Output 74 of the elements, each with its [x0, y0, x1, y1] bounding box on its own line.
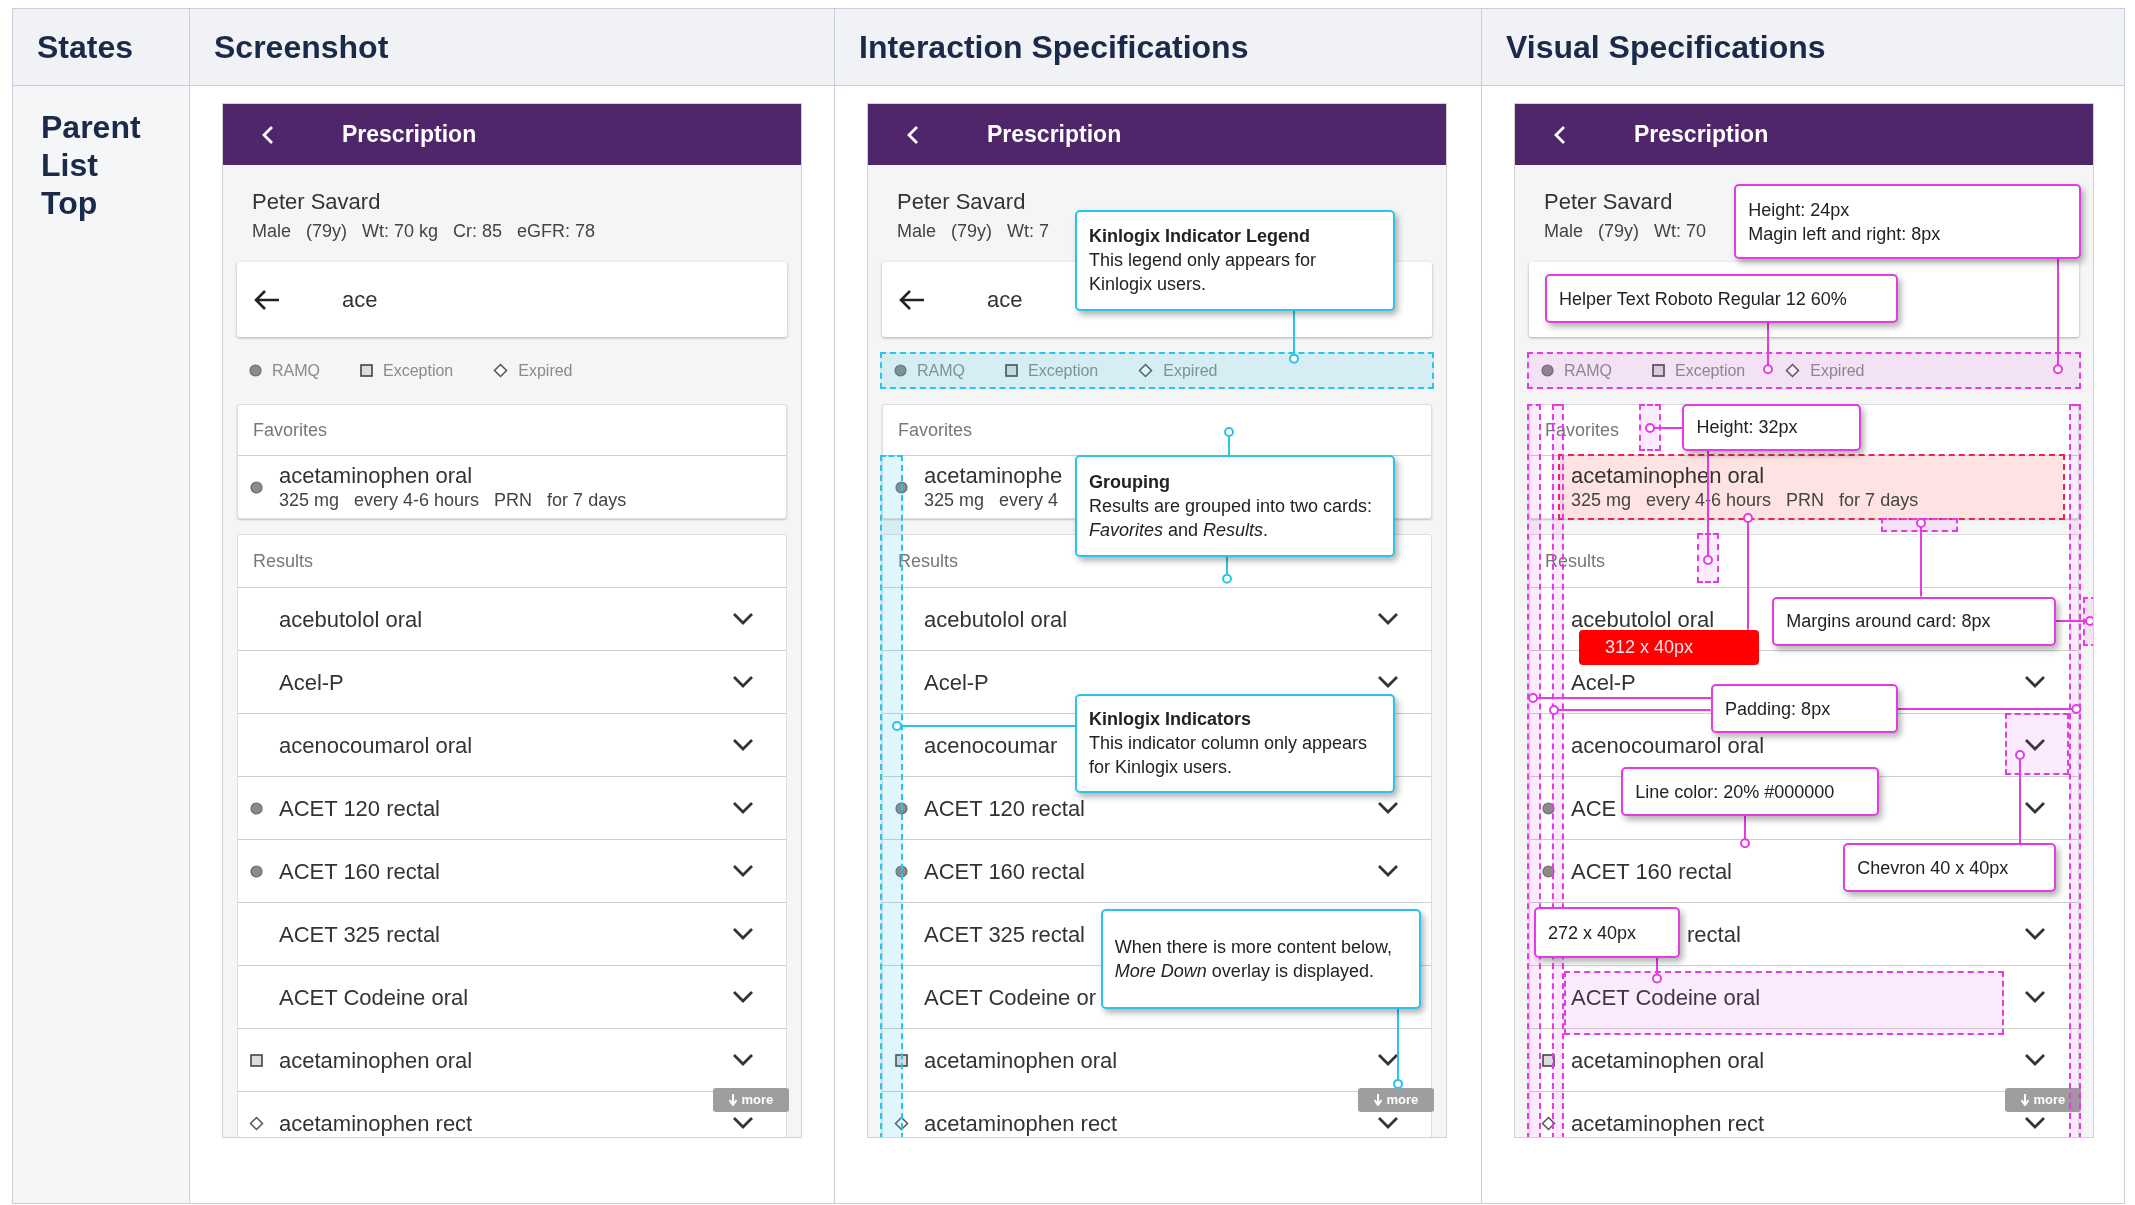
- drug-name: ACE: [1571, 794, 1617, 823]
- legend-label: RAMQ: [917, 360, 965, 381]
- callout-text: Helper Text Roboto Regular 12 60%: [1558, 287, 1848, 311]
- column-header: States: [37, 28, 134, 67]
- patient-details: Male (79y) Wt: 7: [897, 220, 1050, 243]
- drug-dosage: 325 mg every 4-6 hours PRN for 7 days: [279, 489, 627, 511]
- legend-label: Exception: [1675, 360, 1746, 381]
- screen-title: Prescription: [342, 120, 477, 150]
- drug-name: acetaminophen oral: [1571, 1046, 1765, 1075]
- patient-name: Peter Savard: [897, 188, 1026, 216]
- drug-name: acetaminophen oral: [279, 1046, 473, 1075]
- state-label: Parent List Top: [41, 108, 142, 222]
- drug-name: Acel-P: [924, 668, 989, 697]
- patient-name: Peter Savard: [252, 188, 381, 216]
- patient-details: Male (79y) Wt: 70: [1544, 220, 1707, 243]
- drug-name: acetaminophen oral: [924, 1046, 1118, 1075]
- column-header: Interaction Specifications: [859, 28, 1249, 67]
- callout-text: This legend only appears for Kinlogix users.: [1088, 249, 1318, 297]
- drug-name: ACET Codeine oral: [1571, 983, 1761, 1012]
- drug-name: acebutolol oral: [279, 605, 423, 634]
- legend-label: Expired: [1163, 360, 1218, 381]
- callout-text: Results are grouped into two cards: Favorites and Results.: [1088, 494, 1374, 542]
- patient-name: Peter Savard: [1544, 188, 1673, 216]
- patient-details: Male (79y) Wt: 70 kg Cr: 85 eGFR: 78: [252, 220, 596, 243]
- screen-title: Prescription: [1634, 120, 1769, 150]
- drug-name: acetaminophe: [924, 463, 1063, 489]
- card-heading: Results: [898, 549, 959, 573]
- legend-label: Exception: [383, 360, 454, 381]
- callout-text: When there is more content below, More Down overlay is displayed.: [1114, 936, 1393, 984]
- callout-text: Line color: 20% #000000: [1635, 780, 1836, 804]
- drug-name: ACET 325 rectal: [279, 920, 440, 949]
- legend-label: Expired: [1810, 360, 1865, 381]
- drug-name: acetaminophen rect: [279, 1109, 473, 1137]
- screen-title: Prescription: [987, 120, 1122, 150]
- callout-text: Height: 32px: [1696, 416, 1799, 440]
- drug-name: ACET Codeine or: [924, 983, 1096, 1012]
- callout-text: Chevron 40 x 40px: [1857, 856, 2010, 880]
- drug-name: acetaminophen oral: [279, 463, 474, 489]
- drug-dosage: 325 mg every 4: [924, 489, 1060, 511]
- drug-name: Acel-P: [279, 668, 344, 697]
- legend-label: RAMQ: [272, 360, 320, 381]
- drug-name: ACET 160 rectal: [279, 857, 440, 886]
- drug-name: acetaminophen rect: [1571, 1109, 1765, 1137]
- column-header: Screenshot: [214, 28, 389, 67]
- drug-name: acebutolol oral: [924, 605, 1068, 634]
- drug-name: acebutolol oral: [1571, 605, 1715, 634]
- drug-name: ACET 120 rectal: [279, 794, 440, 823]
- card-heading: Results: [1545, 549, 1606, 573]
- drug-name: acenocoumar: [924, 731, 1058, 760]
- drug-name: ACET Codeine oral: [279, 983, 469, 1012]
- legend-label: RAMQ: [1564, 360, 1612, 381]
- legend-label: Expired: [518, 360, 573, 381]
- column-header: Visual Specifications: [1506, 28, 1826, 67]
- drug-name: Acel-P: [1571, 668, 1636, 697]
- card-heading: Favorites: [898, 418, 973, 442]
- callout-text: This indicator column only appears for Kinlogix users.: [1088, 731, 1369, 779]
- callout-text: Margins around card: 8px: [1786, 610, 1992, 634]
- callout-title: Kinlogix Indicator Legend: [1088, 225, 1311, 249]
- drug-name: acetaminophen rect: [924, 1109, 1118, 1137]
- drug-name: ACET 120 rectal: [924, 794, 1085, 823]
- legend-label: Exception: [1028, 360, 1099, 381]
- callout-title: Grouping: [1088, 470, 1171, 494]
- drug-name: acenocoumarol oral: [279, 731, 473, 760]
- drug-name: acenocoumarol oral: [1571, 731, 1765, 760]
- drug-name: ACET 160 rectal: [924, 857, 1085, 886]
- card-heading: Favorites: [253, 418, 328, 442]
- callout-text: Height: 24px: [1748, 198, 1851, 222]
- drug-name: ACET 325 rectal: [924, 920, 1085, 949]
- card-heading: Results: [253, 549, 314, 573]
- callout-text: Magin left and right: 8px: [1748, 222, 1942, 246]
- drug-name: rectal: [1687, 920, 1741, 949]
- drug-name: ACET 160 rectal: [1571, 857, 1732, 886]
- card-heading: Favorites: [1545, 418, 1620, 442]
- callout-text: 272 x 40px: [1548, 921, 1638, 945]
